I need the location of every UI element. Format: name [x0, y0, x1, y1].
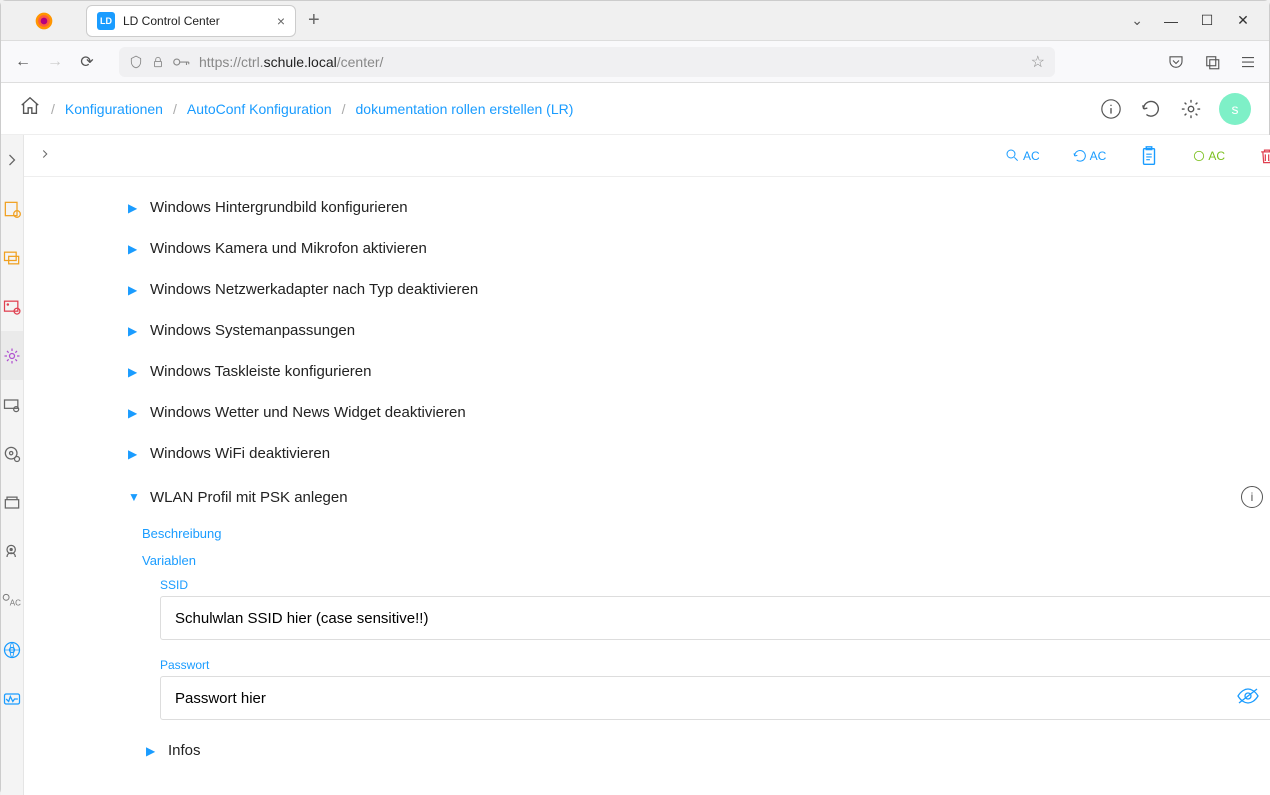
sidebar: AC — [1, 135, 24, 795]
toolbar-ac-refresh[interactable]: AC — [1072, 148, 1107, 164]
sidebar-expand[interactable] — [1, 135, 23, 184]
tree-item[interactable]: ▶Windows WiFi deaktivieren — [24, 433, 1270, 474]
link-beschreibung[interactable]: Beschreibung — [142, 520, 1270, 547]
label-ssid: SSID — [160, 578, 1270, 592]
chevron-right-icon: ▶ — [128, 447, 142, 461]
app-header: / Konfigurationen / AutoConf Konfigurati… — [1, 83, 1269, 135]
sidebar-item-3[interactable] — [1, 282, 23, 331]
pocket-icon[interactable] — [1167, 53, 1185, 71]
label-passwort: Passwort — [160, 658, 1270, 672]
breadcrumb-dokumentation[interactable]: dokumentation rollen erstellen (LR) — [356, 101, 574, 117]
toolbar-clipboard[interactable] — [1138, 145, 1160, 167]
tree-item-infos[interactable]: ▶ Infos — [24, 738, 1270, 763]
input-passwort-wrapper — [160, 676, 1270, 720]
tab-favicon: LD — [97, 12, 115, 30]
tree-item[interactable]: ▶Windows Hintergrundbild konfigurieren — [24, 187, 1270, 228]
firefox-icon — [1, 11, 86, 31]
svg-text:AC: AC — [10, 598, 21, 607]
browser-tab[interactable]: LD LD Control Center × — [86, 5, 296, 37]
tree-item[interactable]: ▶Windows Systemanpassungen — [24, 310, 1270, 351]
close-button[interactable]: ✕ — [1235, 12, 1251, 29]
tab-title: LD Control Center — [123, 14, 269, 28]
content: AC AC AC ▶Windows Hintergrundbi — [24, 135, 1270, 795]
url-text: https://ctrl.schule.local/center/ — [199, 54, 1023, 70]
chevron-right-icon: ▶ — [128, 324, 142, 338]
extensions-icon[interactable] — [1203, 53, 1221, 71]
breadcrumb-autoconf[interactable]: AutoConf Konfiguration — [187, 101, 332, 117]
breadcrumb-konfigurationen[interactable]: Konfigurationen — [65, 101, 163, 117]
gear-icon[interactable] — [1179, 97, 1203, 121]
sidebar-item-2[interactable] — [1, 233, 23, 282]
shield-icon — [129, 55, 143, 69]
new-tab-button[interactable]: + — [308, 9, 320, 32]
toolbar-ac-search[interactable]: AC — [1005, 148, 1040, 164]
toolbar-delete[interactable] — [1257, 146, 1270, 166]
lock-icon — [151, 55, 165, 69]
sidebar-item-5[interactable] — [1, 380, 23, 429]
content-back[interactable] — [38, 145, 52, 166]
sidebar-item-7[interactable] — [1, 478, 23, 527]
sidebar-item-1[interactable] — [1, 184, 23, 233]
sidebar-item-10[interactable] — [1, 625, 23, 674]
sidebar-item-ac[interactable]: AC — [1, 576, 23, 625]
info-icon[interactable] — [1099, 97, 1123, 121]
tab-close-icon[interactable]: × — [277, 13, 285, 29]
input-passwort[interactable] — [175, 690, 1260, 707]
chevron-right-icon: ▶ — [128, 242, 142, 256]
reload-button[interactable]: ⟳ — [77, 52, 97, 72]
back-button[interactable]: ← — [13, 53, 33, 71]
url-bar[interactable]: https://ctrl.schule.local/center/ ☆ — [119, 47, 1055, 77]
section-body: Beschreibung Variablen SSID Passwort — [24, 520, 1270, 720]
chevron-right-icon: ▶ — [146, 744, 160, 758]
sidebar-item-11[interactable] — [1, 674, 23, 723]
refresh-icon[interactable] — [1139, 97, 1163, 121]
link-variablen[interactable]: Variablen — [142, 547, 1270, 574]
toolbar-ac-green[interactable]: AC — [1192, 149, 1225, 163]
eye-toggle-icon[interactable] — [1236, 687, 1260, 709]
sidebar-item-6[interactable] — [1, 429, 23, 478]
sidebar-item-8[interactable] — [1, 527, 23, 576]
minimize-button[interactable]: — — [1163, 13, 1179, 29]
chevron-right-icon: ▶ — [128, 201, 142, 215]
bookmark-star-icon[interactable]: ☆ — [1031, 52, 1045, 72]
tree-item[interactable]: ▶Windows Wetter und News Widget deaktivi… — [24, 392, 1270, 433]
tree-item[interactable]: ▶Windows Netzwerkadapter nach Typ deakti… — [24, 269, 1270, 310]
tree-item[interactable]: ▶Windows Kamera und Mikrofon aktivieren — [24, 228, 1270, 269]
tree-item[interactable]: ▶Windows Taskleiste konfigurieren — [24, 351, 1270, 392]
input-ssid[interactable] — [175, 610, 1260, 627]
avatar[interactable]: s — [1219, 93, 1251, 125]
browser-titlebar: LD LD Control Center × + ⌄ — ☐ ✕ — [1, 1, 1269, 41]
sidebar-item-settings[interactable] — [1, 331, 23, 380]
browser-toolbar: ← → ⟳ https://ctrl.schule.local/center/ … — [1, 41, 1269, 83]
home-icon[interactable] — [19, 95, 41, 123]
forward-button: → — [45, 53, 65, 71]
tree-item-wlan-profil[interactable]: ▼ WLAN Profil mit PSK anlegen i — [24, 474, 1270, 520]
chevron-down-icon[interactable]: ⌄ — [1131, 12, 1143, 29]
maximize-button[interactable]: ☐ — [1199, 12, 1215, 29]
window-controls: — ☐ ✕ — [1163, 12, 1269, 29]
chevron-right-icon: ▶ — [128, 283, 142, 297]
input-ssid-wrapper — [160, 596, 1270, 640]
tree-area: ▶Windows Hintergrundbild konfigurieren ▶… — [24, 177, 1270, 795]
breadcrumb: / Konfigurationen / AutoConf Konfigurati… — [19, 95, 573, 123]
chevron-down-icon: ▼ — [128, 490, 142, 504]
menu-icon[interactable] — [1239, 53, 1257, 71]
chevron-right-icon: ▶ — [128, 365, 142, 379]
chevron-right-icon: ▶ — [128, 406, 142, 420]
key-icon — [173, 57, 191, 67]
content-toolbar: AC AC AC — [24, 135, 1270, 177]
info-icon[interactable]: i — [1241, 486, 1263, 508]
